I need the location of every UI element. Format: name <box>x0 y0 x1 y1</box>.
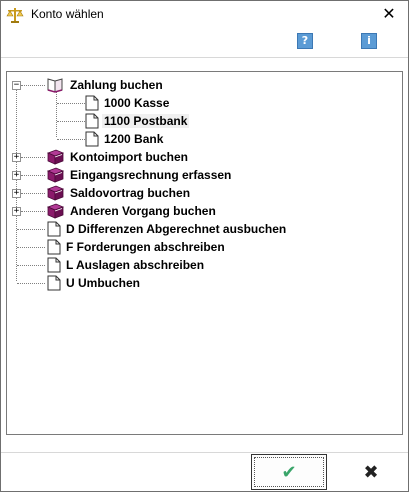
tree-item-1100-postbank[interactable]: 1100 Postbank <box>85 112 190 130</box>
tree-item-label: Eingangsrechnung erfassen <box>70 168 232 182</box>
collapse-toggle[interactable]: − <box>12 81 21 90</box>
tree-item-saldovortrag-buchen[interactable]: Saldovortrag buchen <box>45 184 192 202</box>
help-icon[interactable]: ? <box>297 33 313 49</box>
tree-item-label: F Forderungen abschreiben <box>66 240 225 254</box>
footer-divider <box>1 452 408 453</box>
document-icon <box>85 113 99 129</box>
tree-item-label: D Differenzen Abgerechnet ausbuchen <box>66 222 287 236</box>
tree-item-label: 1000 Kasse <box>104 96 170 110</box>
tree-item-label: 1200 Bank <box>104 132 164 146</box>
tree-line-root <box>16 81 17 281</box>
document-icon <box>47 275 61 291</box>
tree-item-label: Kontoimport buchen <box>70 150 188 164</box>
tree-item-eingangsrechnung-erfassen[interactable]: Eingangsrechnung erfassen <box>45 166 233 184</box>
close-button[interactable]: ✕ <box>371 2 407 28</box>
document-icon <box>85 131 99 147</box>
tree-line <box>57 121 85 122</box>
toolbar-divider <box>1 57 408 58</box>
book-icon <box>46 185 65 201</box>
tree-line <box>21 175 45 176</box>
konto-dialog: Konto wählen ✕ ? i − + + + + Zahlung buc… <box>0 0 409 492</box>
expand-toggle[interactable]: + <box>12 153 21 162</box>
justice-scales-icon <box>6 8 24 23</box>
tree-item-forderungen-abschreiben[interactable]: F Forderungen abschreiben <box>47 238 227 256</box>
account-tree[interactable]: − + + + + Zahlung buchen 1000 Kasse 1100… <box>6 71 403 435</box>
cancel-button[interactable]: ✖ <box>333 454 409 490</box>
tree-item-anderen-vorgang-buchen[interactable]: Anderen Vorgang buchen <box>45 202 218 220</box>
document-icon <box>47 239 61 255</box>
tree-item-1000-kasse[interactable]: 1000 Kasse <box>85 94 171 112</box>
ok-button[interactable]: ✔ <box>251 454 327 490</box>
book-icon <box>46 203 65 219</box>
document-icon <box>47 221 61 237</box>
tree-line <box>57 139 85 140</box>
tree-line <box>17 247 45 248</box>
book-icon <box>46 149 65 165</box>
tree-item-label: Zahlung buchen <box>70 78 163 92</box>
expand-toggle[interactable]: + <box>12 189 21 198</box>
window-title: Konto wählen <box>31 7 104 21</box>
toolbar: ? i <box>1 29 408 57</box>
tree-line <box>21 211 45 212</box>
book-icon <box>46 167 65 183</box>
title-bar: Konto wählen ✕ <box>1 1 408 29</box>
tree-line <box>17 229 45 230</box>
info-icon[interactable]: i <box>361 33 377 49</box>
tree-line-child <box>56 92 57 137</box>
tree-item-label: 1100 Postbank <box>102 114 190 128</box>
document-icon <box>47 257 61 273</box>
tree-item-label: L Auslagen abschreiben <box>66 258 205 272</box>
tree-item-label: Saldovortrag buchen <box>70 186 191 200</box>
open-book-icon <box>47 78 63 93</box>
tree-line <box>21 157 45 158</box>
tree-item-label: Anderen Vorgang buchen <box>70 204 216 218</box>
ok-button-focus: ✔ <box>254 457 324 487</box>
tree-line <box>21 85 45 86</box>
tree-item-label: U Umbuchen <box>66 276 141 290</box>
checkmark-icon: ✔ <box>281 461 297 482</box>
expand-toggle[interactable]: + <box>12 207 21 216</box>
cancel-x-icon: ✖ <box>363 461 379 482</box>
tree-item-umbuchen[interactable]: U Umbuchen <box>47 274 142 292</box>
tree-line <box>17 265 45 266</box>
expand-toggle[interactable]: + <box>12 171 21 180</box>
tree-line <box>57 103 85 104</box>
tree-item-kontoimport-buchen[interactable]: Kontoimport buchen <box>45 148 190 166</box>
tree-item-zahlung-buchen[interactable]: Zahlung buchen <box>45 76 165 94</box>
tree-line <box>21 193 45 194</box>
tree-item-auslagen-abschreiben[interactable]: L Auslagen abschreiben <box>47 256 206 274</box>
tree-item-differenzen-ausbuchen[interactable]: D Differenzen Abgerechnet ausbuchen <box>47 220 288 238</box>
document-icon <box>85 95 99 111</box>
tree-item-1200-bank[interactable]: 1200 Bank <box>85 130 165 148</box>
tree-line <box>17 283 45 284</box>
